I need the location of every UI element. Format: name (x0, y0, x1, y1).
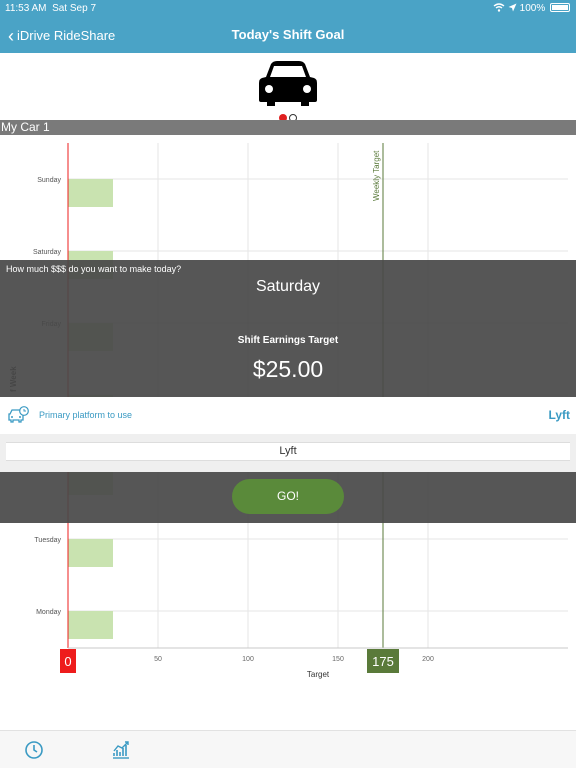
x-tick-label: 200 (422, 656, 434, 663)
status-time-date: 11:53 AM Sat Sep 7 (5, 3, 96, 14)
car-name-header: My Car 1 (0, 120, 576, 135)
axis-marker-label: 0 (64, 654, 71, 669)
go-button[interactable]: GO! (232, 479, 344, 514)
shift-goal-dialog: How much $$$ do you want to make today? … (0, 260, 576, 523)
target-amount[interactable]: $25.00 (0, 356, 576, 383)
status-date: Sat Sep 7 (52, 3, 96, 14)
location-icon (508, 3, 517, 12)
bar-tuesday (68, 539, 113, 567)
page-title: Today's Shift Goal (231, 27, 345, 42)
car-clock-icon (8, 406, 29, 423)
selected-day: Saturday (255, 278, 321, 295)
tab-bar (0, 730, 576, 768)
dialog-prompt: How much $$$ do you want to make today? (6, 264, 182, 274)
platform-picker[interactable]: Lyft (6, 442, 570, 461)
status-bar: 11:53 AM Sat Sep 7 100% (0, 0, 576, 16)
dialog-footer: GO! (0, 472, 576, 523)
status-right: 100% (493, 3, 570, 14)
category-label: Tuesday (34, 537, 61, 544)
platform-label: Primary platform to use (39, 410, 133, 420)
car-carousel[interactable] (0, 53, 576, 122)
car-icon (259, 61, 317, 106)
clock-icon[interactable] (24, 740, 44, 760)
status-time: 11:53 AM (5, 3, 47, 14)
bar-monday (68, 611, 113, 639)
x-tick-label: 150 (332, 656, 344, 663)
x-tick-label: 100 (242, 656, 254, 663)
x-axis-title: Target (307, 670, 330, 679)
category-label: Sunday (37, 177, 61, 184)
category-label: Monday (36, 609, 61, 616)
platform-value[interactable]: Lyft (548, 408, 570, 422)
category-label: Saturday (33, 249, 62, 256)
dialog-header: How much $$$ do you want to make today? … (0, 260, 576, 397)
wifi-icon (493, 3, 505, 12)
navigation-bar: 11:53 AM Sat Sep 7 100% ‹ iDrive RideShar… (0, 0, 576, 53)
target-label: Shift Earnings Target (237, 335, 339, 346)
bar-sunday (68, 179, 113, 207)
weekly-target-label: Weekly Target (372, 150, 381, 201)
chart-icon[interactable] (111, 740, 131, 760)
platform-row[interactable]: Primary platform to use Lyft (0, 397, 576, 434)
axis-marker-label: 175 (372, 654, 394, 669)
x-tick-label: 50 (154, 656, 162, 663)
battery-icon (550, 3, 570, 12)
platform-picker-area: Lyft (0, 434, 576, 472)
battery-percent: 100% (519, 3, 546, 14)
